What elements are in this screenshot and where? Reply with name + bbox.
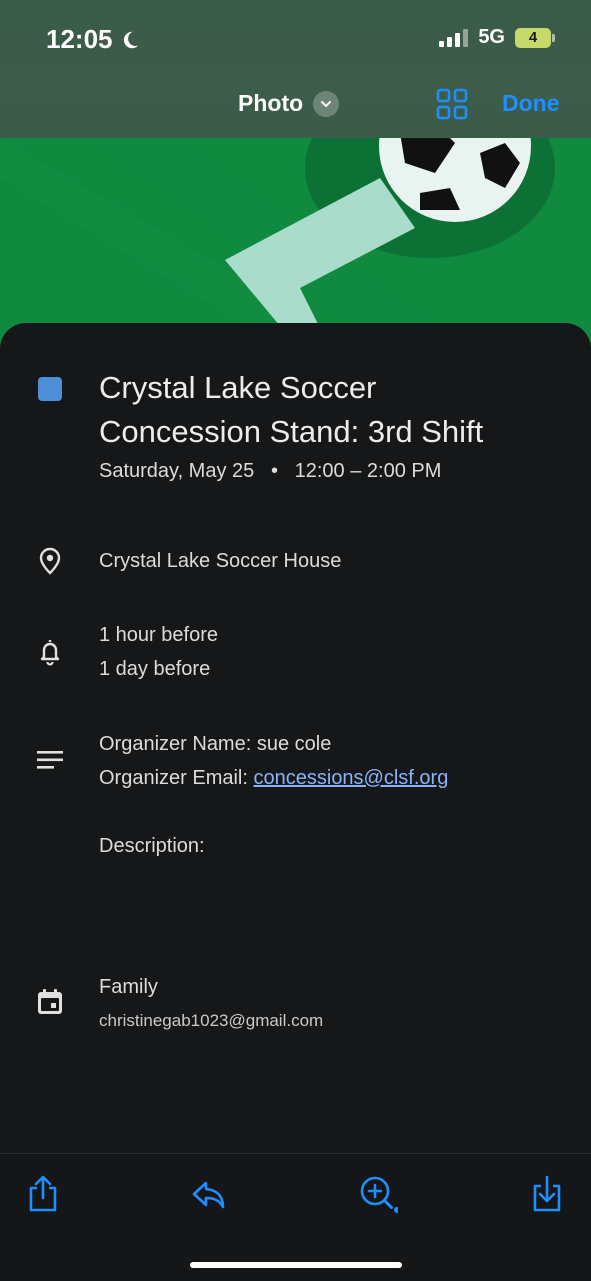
event-title-line2: Concession Stand: 3rd Shift bbox=[99, 414, 484, 449]
calendar-name: Family bbox=[99, 976, 158, 998]
reminder-item: 1 day before bbox=[99, 658, 211, 680]
status-indicators: 5G 4 bbox=[439, 26, 555, 49]
status-time: 12:05 bbox=[46, 24, 141, 55]
grid-view-icon[interactable] bbox=[436, 88, 468, 120]
notes-icon bbox=[37, 751, 63, 769]
share-icon[interactable] bbox=[23, 1174, 63, 1214]
organizer-email-line: Organizer Email: concessions@clsf.org bbox=[99, 761, 448, 795]
calendar-account: christinegab1023@gmail.com bbox=[99, 1011, 324, 1030]
event-time: 12:00 – 2:00 PM bbox=[294, 460, 442, 482]
organizer-name: Organizer Name: sue cole bbox=[99, 733, 332, 755]
bell-icon bbox=[40, 640, 60, 666]
organizer-email-prefix: Organizer Email: bbox=[99, 767, 254, 789]
top-bar: 12:05 5G 4 Photo Done bbox=[0, 0, 591, 138]
reply-icon[interactable] bbox=[189, 1174, 229, 1214]
signal-icon bbox=[439, 28, 469, 47]
event-title-line1: Crystal Lake Soccer bbox=[99, 370, 377, 405]
battery-icon: 4 bbox=[515, 27, 555, 48]
photo-title: Photo bbox=[238, 90, 304, 116]
reminder-item: 1 hour before bbox=[99, 624, 218, 646]
moon-icon bbox=[123, 31, 138, 48]
chevron-down-icon bbox=[313, 90, 340, 117]
status-time-text: 12:05 bbox=[46, 24, 113, 54]
organizer-email-link[interactable]: concessions@clsf.org bbox=[254, 767, 449, 789]
home-indicator[interactable] bbox=[190, 1262, 402, 1268]
separator-dot: • bbox=[259, 460, 290, 482]
zoom-icon[interactable] bbox=[358, 1174, 398, 1214]
photo-title-dropdown[interactable]: Photo bbox=[238, 90, 340, 117]
location-pin-icon bbox=[39, 547, 61, 575]
event-datetime: Saturday, May 25 • 12:00 – 2:00 PM bbox=[99, 460, 441, 483]
event-title: Crystal Lake Soccer Concession Stand: 3r… bbox=[99, 366, 559, 454]
download-icon[interactable] bbox=[527, 1174, 567, 1214]
battery-level: 4 bbox=[528, 29, 538, 46]
done-button[interactable]: Done bbox=[502, 90, 560, 117]
calendar-icon bbox=[38, 989, 62, 1014]
description-label: Description: bbox=[99, 835, 205, 857]
reminders-list: 1 hour before 1 day before bbox=[99, 618, 218, 686]
event-date: Saturday, May 25 bbox=[99, 460, 255, 482]
event-location[interactable]: Crystal Lake Soccer House bbox=[99, 544, 341, 578]
calendar-info: Family christinegab1023@gmail.com bbox=[99, 970, 323, 1038]
event-notes: Organizer Name: sue cole Organizer Email… bbox=[99, 727, 448, 863]
network-label: 5G bbox=[478, 26, 505, 48]
event-color-swatch bbox=[38, 377, 62, 401]
